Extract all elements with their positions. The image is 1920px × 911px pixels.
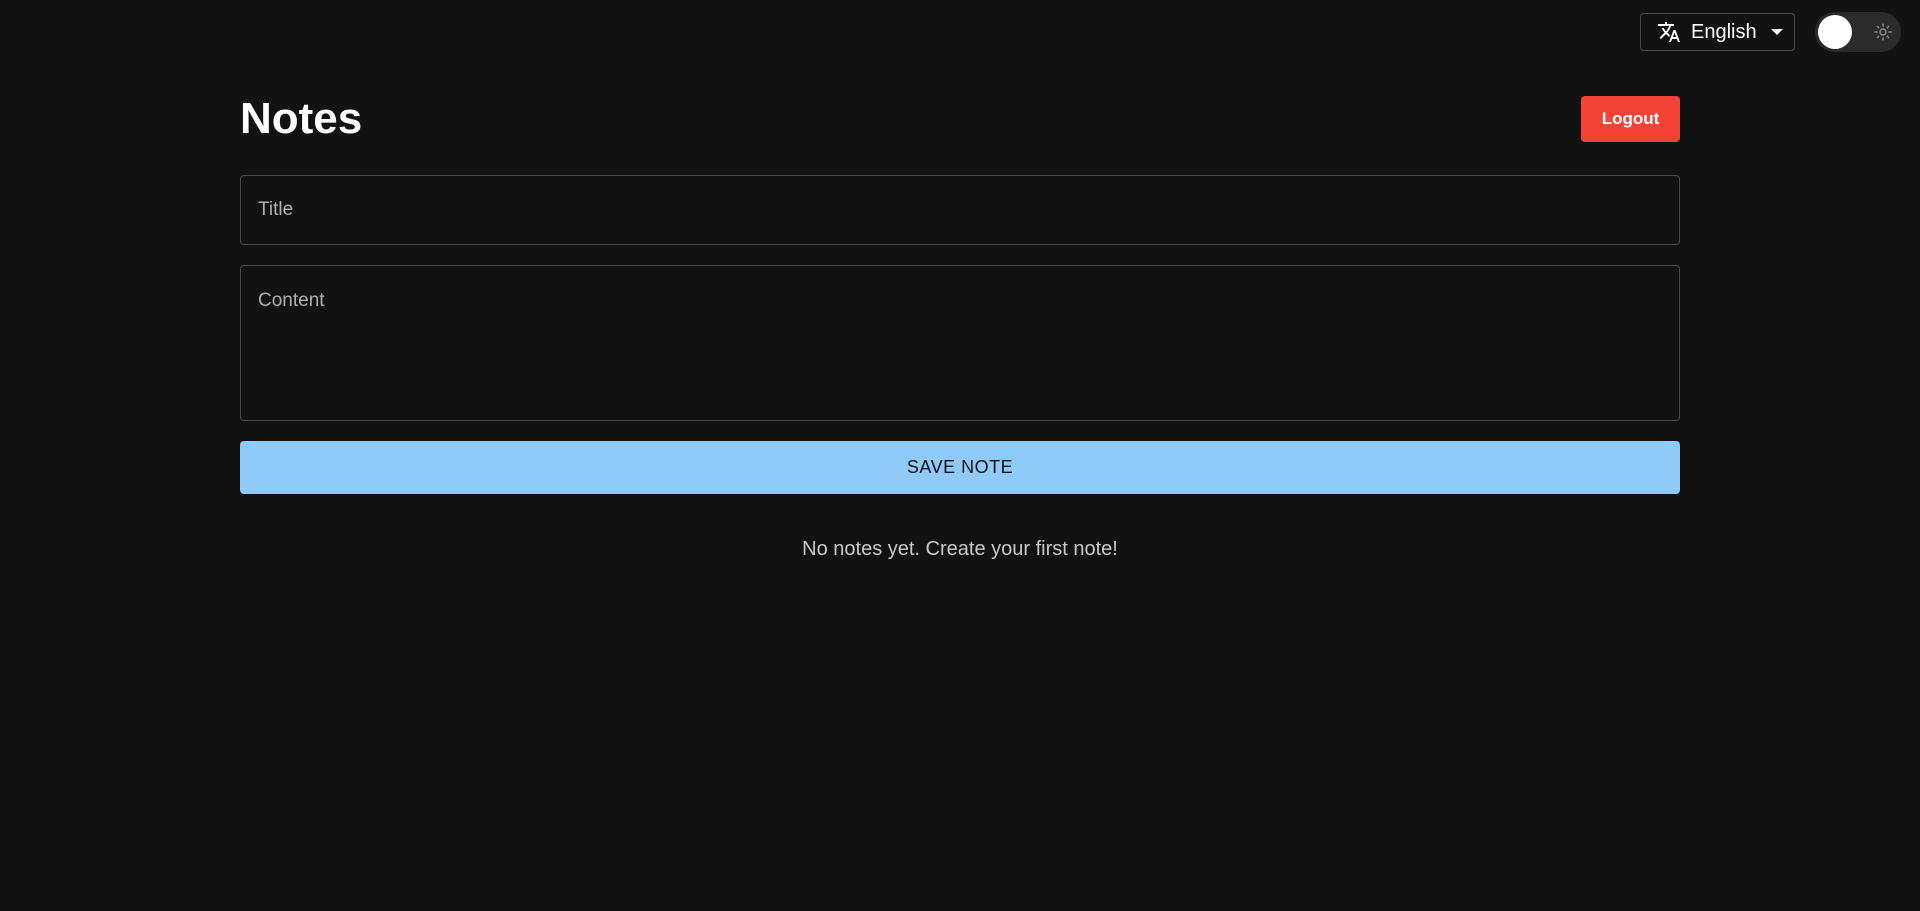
save-note-button[interactable]: SAVE NOTE (240, 441, 1680, 494)
sun-icon (1874, 23, 1892, 46)
caret-down-icon (1770, 29, 1783, 35)
page-title: Notes (240, 94, 363, 143)
empty-notes-message: No notes yet. Create your first note! (802, 538, 1118, 560)
translate-icon (1657, 20, 1681, 44)
title-input[interactable] (240, 175, 1680, 245)
logout-button[interactable]: Logout (1581, 96, 1680, 142)
toggle-knob (1818, 15, 1852, 49)
content-textarea[interactable] (240, 265, 1680, 421)
theme-toggle[interactable] (1815, 12, 1901, 52)
language-label: English (1691, 20, 1757, 43)
topbar: English (1640, 12, 1901, 52)
header-row: Notes Logout (240, 96, 1680, 142)
language-select[interactable]: English (1640, 13, 1795, 51)
